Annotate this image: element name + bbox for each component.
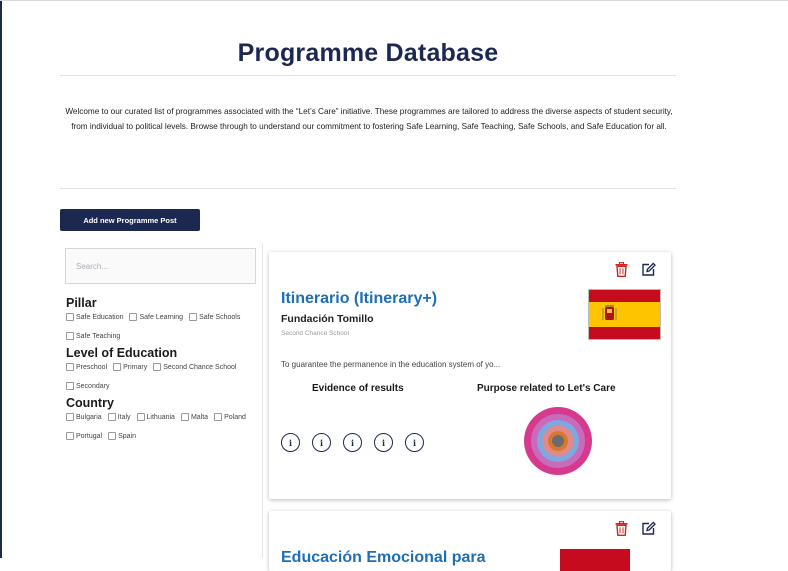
programme-description: To guarantee the permanence in the educa… [281,360,501,369]
info-button[interactable]: i [281,433,300,452]
checkbox[interactable] [189,313,198,321]
purpose-heading: Purpose related to Let's Care [477,383,616,394]
filter-option[interactable]: Portugal [66,432,102,440]
column-divider [262,243,263,558]
filter-option[interactable]: Italy [107,413,131,421]
delete-icon[interactable] [615,262,628,277]
checkbox[interactable] [66,332,74,340]
checkbox[interactable] [113,363,122,371]
evidence-info-buttons: i i i i i [281,433,424,452]
filter-option[interactable]: Lithuania [136,413,175,421]
checkbox[interactable] [66,313,74,321]
checkbox[interactable] [214,413,223,421]
checkbox[interactable] [66,432,74,440]
organization-name: Fundación Tomillo [281,313,374,325]
filter-group-pillar: Pillar Safe Education Safe Learning Safe… [66,296,261,340]
filter-option[interactable]: Safe Schools [189,313,240,321]
filter-option[interactable]: Preschool [66,363,107,371]
checkbox[interactable] [66,382,74,390]
divider [60,75,676,76]
checkbox[interactable] [153,363,162,371]
checkbox[interactable] [180,413,189,421]
filter-option[interactable]: Safe Teaching [66,332,120,340]
filter-group-country: Country Bulgaria Italy Lithuania Malta P… [66,396,261,440]
filter-heading-country: Country [66,396,114,410]
programme-card: Educación Emocional para [269,511,671,571]
search-input[interactable] [65,248,256,284]
checkbox[interactable] [129,313,138,321]
info-button[interactable]: i [343,433,362,452]
page-frame-left-border [0,0,2,558]
info-button[interactable]: i [374,433,393,452]
filter-option[interactable]: Primary [113,363,147,371]
checkbox[interactable] [136,413,145,421]
spain-flag-icon [560,549,630,571]
filter-option[interactable]: Second Chance School [153,363,236,371]
add-programme-button[interactable]: Add new Programme Post [60,209,200,231]
edit-icon[interactable] [641,262,656,277]
info-button[interactable]: i [312,433,331,452]
programme-title[interactable]: Itinerario (Itinerary+) [281,290,437,308]
filter-option[interactable]: Safe Learning [129,313,183,321]
info-button[interactable]: i [405,433,424,452]
filter-option[interactable]: Bulgaria [66,413,102,421]
intro-text: Welcome to our curated list of programme… [65,107,673,132]
filter-group-level: Level of Education Preschool Primary Sec… [66,346,261,390]
evidence-heading: Evidence of results [312,383,404,394]
divider [60,188,676,189]
page-title: Programme Database [237,38,499,67]
programme-card: Itinerario (Itinerary+) Fundación Tomill… [269,252,671,499]
page-frame-top-border [0,0,788,1]
filter-option[interactable]: Poland [214,413,246,421]
filter-option[interactable]: Safe Education [66,313,123,321]
filter-heading-level: Level of Education [66,346,178,360]
filter-option[interactable]: Secondary [66,382,109,390]
education-level: Second Chance School [281,330,349,337]
spain-flag-icon [588,289,661,340]
filter-heading-pillar: Pillar [66,296,97,310]
checkbox[interactable] [107,413,116,421]
programme-title[interactable]: Educación Emocional para [281,549,486,567]
checkbox[interactable] [66,413,74,421]
edit-icon[interactable] [641,521,656,536]
checkbox[interactable] [108,432,117,440]
checkbox[interactable] [66,363,74,371]
filter-panel: Pillar Safe Education Safe Learning Safe… [66,296,261,446]
purpose-target-icon [524,407,592,475]
delete-icon[interactable] [615,521,628,536]
filter-option[interactable]: Malta [180,413,208,421]
filter-option[interactable]: Spain [108,432,136,440]
